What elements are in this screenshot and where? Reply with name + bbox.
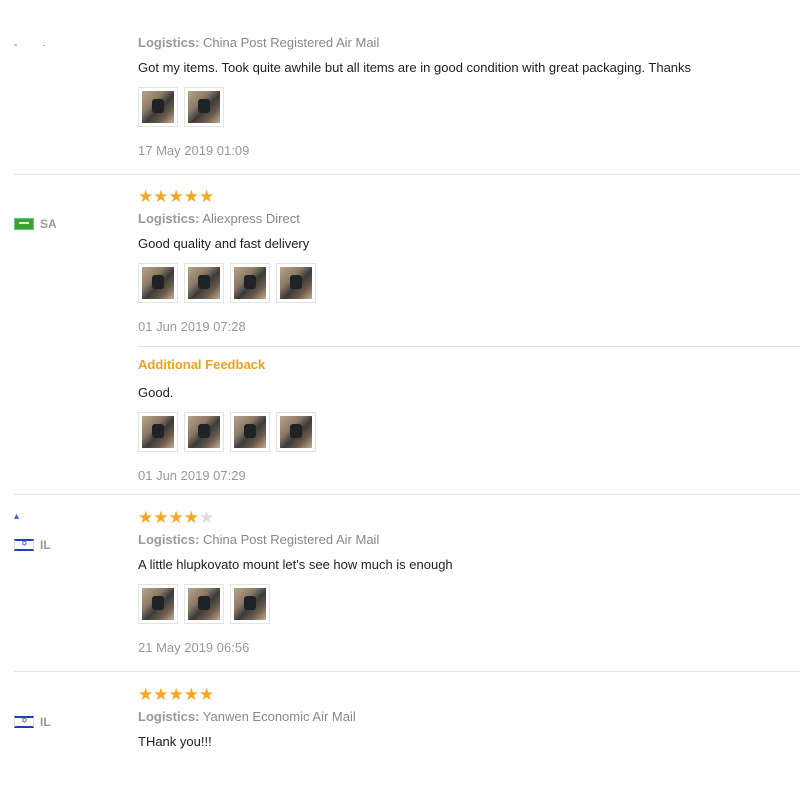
star-icon: ★ — [168, 187, 184, 206]
additional-feedback-text: Good. — [138, 385, 174, 400]
review-image-thumbnail[interactable] — [230, 412, 270, 452]
star-icon: ★ — [168, 508, 184, 527]
israel-flag-icon — [14, 539, 34, 551]
review-image-thumbnail[interactable] — [138, 584, 178, 624]
star-rating: ★★★★★ — [138, 686, 798, 704]
review-image-thumbnail[interactable] — [184, 584, 224, 624]
saudi-flag-icon — [14, 218, 34, 230]
review-image-thumbnail[interactable] — [138, 263, 178, 303]
review-date: 01 Jun 2019 07:28 — [138, 319, 246, 334]
reviewer-country: SA — [14, 217, 124, 231]
review-images — [138, 584, 798, 624]
review-images — [138, 263, 798, 303]
reviewer-country: IL — [14, 538, 124, 552]
star-icon: ★ — [153, 508, 169, 527]
star-icon: ★ — [153, 187, 169, 206]
star-icon: ★ — [183, 508, 199, 527]
star-empty-icon: ★ — [199, 508, 215, 527]
review-text: A little hlupkovato mount let's see how … — [138, 557, 453, 572]
review-images — [138, 87, 798, 127]
review-image-thumbnail[interactable] — [138, 412, 178, 452]
review-image-thumbnail[interactable] — [276, 263, 316, 303]
review-image-thumbnail[interactable] — [184, 87, 224, 127]
star-icon: ★ — [199, 685, 215, 704]
logistics-line: Logistics: Aliexpress Direct — [138, 211, 300, 226]
review-item: IL ★★★★★ Logistics: Yanwen Economic Air … — [14, 671, 800, 801]
review-image-thumbnail[interactable] — [184, 412, 224, 452]
review-date: 21 May 2019 06:56 — [138, 640, 250, 655]
star-icon: ★ — [183, 685, 199, 704]
logistics-line: Logistics: China Post Registered Air Mai… — [138, 35, 380, 50]
star-icon: ★ — [138, 508, 154, 527]
star-icon: ★ — [153, 685, 169, 704]
star-icon: ★ — [199, 187, 215, 206]
review-text: Good quality and fast delivery — [138, 236, 310, 251]
star-rating: ★★★★★ — [138, 188, 798, 206]
flag-icon: ▴ — [14, 511, 20, 522]
star-rating: ★★★★★ — [138, 509, 798, 527]
divider — [138, 346, 800, 347]
star-icon: ★ — [168, 685, 184, 704]
country-code: SA — [40, 217, 57, 231]
logistics-line: Logistics: Yanwen Economic Air Mail — [138, 709, 356, 724]
flag-icon: - · — [14, 40, 46, 51]
country-code: IL — [40, 538, 51, 552]
review-item: SA ★★★★★ Logistics: Aliexpress Direct Go… — [14, 174, 800, 495]
review-image-thumbnail[interactable] — [138, 87, 178, 127]
reviewer-country: IL — [14, 715, 124, 729]
review-image-thumbnail[interactable] — [184, 263, 224, 303]
review-image-thumbnail[interactable] — [230, 584, 270, 624]
israel-flag-icon — [14, 716, 34, 728]
review-text: Got my items. Took quite awhile but all … — [138, 60, 692, 75]
review-item: - · Logistics: China Post Registered Air… — [14, 0, 800, 174]
star-icon: ★ — [138, 187, 154, 206]
review-image-thumbnail[interactable] — [276, 412, 316, 452]
review-text: THank you!!! — [138, 734, 212, 749]
review-date: 17 May 2019 01:09 — [138, 143, 250, 158]
review-image-thumbnail[interactable] — [230, 263, 270, 303]
additional-feedback-heading: Additional Feedback — [138, 357, 266, 372]
review-item: ▴ IL ★★★★★ Logistics: China Post Registe… — [14, 494, 800, 672]
country-code: IL — [40, 715, 51, 729]
additional-feedback-images — [138, 412, 798, 452]
star-icon: ★ — [138, 685, 154, 704]
star-icon: ★ — [183, 187, 199, 206]
logistics-line: Logistics: China Post Registered Air Mai… — [138, 532, 380, 547]
additional-feedback-date: 01 Jun 2019 07:29 — [138, 468, 246, 483]
